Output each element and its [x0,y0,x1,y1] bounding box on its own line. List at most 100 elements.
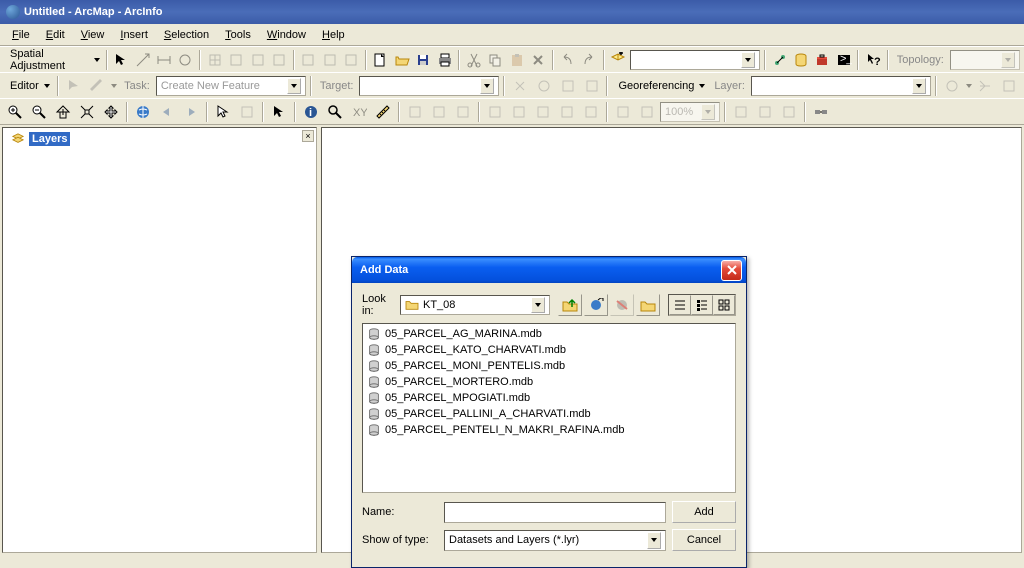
identify-button[interactable]: i [300,101,322,123]
scale-combo[interactable] [630,50,760,70]
file-item[interactable]: 05_PARCEL_MPOGIATI.mdb [365,390,733,406]
cut-button[interactable] [464,49,483,71]
file-item[interactable]: 05_PARCEL_PENTELI_N_MAKRI_RAFINA.mdb [365,422,733,438]
zoom-combo[interactable]: 100% [660,102,720,122]
paste-button[interactable] [507,49,526,71]
sketch-tool-button[interactable] [87,75,109,97]
tool-button[interactable] [556,101,578,123]
tool-button[interactable] [269,49,288,71]
disconnect-folder-button[interactable] [610,294,634,316]
add-button[interactable]: Add [672,501,736,523]
file-item[interactable]: 05_PARCEL_MONI_PENTELIS.mdb [365,358,733,374]
tool-button[interactable] [557,75,579,97]
menu-selection[interactable]: Selection [156,27,217,43]
georeferencing-dropdown[interactable]: Georeferencing [612,80,708,92]
tool-button[interactable] [176,49,195,71]
tool-button[interactable] [133,49,152,71]
topology-combo[interactable] [950,50,1020,70]
tool-button[interactable] [154,49,173,71]
spatial-adjustment-dropdown[interactable]: Spatial Adjustment [4,48,102,72]
find-button[interactable] [324,101,346,123]
undo-button[interactable] [558,49,577,71]
tool-button[interactable] [248,49,267,71]
menu-help[interactable]: Help [314,27,353,43]
dialog-titlebar[interactable]: Add Data [352,257,746,283]
show-of-type-combo[interactable]: Datasets and Layers (*.lyr) [444,530,666,551]
tool-button[interactable] [730,101,752,123]
menu-window[interactable]: Window [259,27,314,43]
toc-root-item[interactable]: Layers [3,128,316,150]
whats-this-button[interactable]: ? [863,49,882,71]
file-item[interactable]: 05_PARCEL_KATO_CHARVATI.mdb [365,342,733,358]
redo-button[interactable] [579,49,598,71]
tool-button[interactable] [227,49,246,71]
pan-button[interactable] [100,101,122,123]
tool-button[interactable] [636,101,658,123]
tool-button[interactable] [509,75,531,97]
tool-button[interactable] [975,75,997,97]
zoom-in-button[interactable] [4,101,26,123]
delete-button[interactable] [528,49,547,71]
tool-button[interactable] [404,101,426,123]
command-line-button[interactable]: >_ [834,49,853,71]
menu-insert[interactable]: Insert [112,27,156,43]
menu-edit[interactable]: Edit [38,27,73,43]
new-button[interactable] [371,49,390,71]
menu-tools[interactable]: Tools [217,27,259,43]
tool-button[interactable] [580,101,602,123]
arctoolbox-button[interactable] [813,49,832,71]
select-elements-button[interactable] [268,101,290,123]
layer-combo[interactable] [751,76,931,96]
select-features-button[interactable] [212,101,234,123]
edit-tool-button[interactable] [63,75,85,97]
next-extent-button[interactable] [180,101,202,123]
clear-selection-button[interactable] [236,101,258,123]
print-button[interactable] [435,49,454,71]
tool-button[interactable] [428,101,450,123]
arccatalog-button[interactable] [791,49,810,71]
fixed-zoom-in-button[interactable] [52,101,74,123]
details-view-button[interactable] [691,295,713,315]
list-view-button[interactable] [669,295,691,315]
new-folder-button[interactable] [636,294,660,316]
zoom-out-button[interactable] [28,101,50,123]
select-tool-button[interactable] [112,49,131,71]
copy-button[interactable] [486,49,505,71]
lookin-combo[interactable]: KT_08 [400,295,550,315]
tool-button[interactable] [941,75,963,97]
file-list[interactable]: 05_PARCEL_AG_MARINA.mdb05_PARCEL_KATO_CH… [362,323,736,493]
tool-button[interactable] [484,101,506,123]
tool-button[interactable] [205,49,224,71]
editor-toolbar-button[interactable] [770,49,789,71]
thumbnails-view-button[interactable] [713,295,735,315]
file-item[interactable]: 05_PARCEL_MORTERO.mdb [365,374,733,390]
fixed-zoom-out-button[interactable] [76,101,98,123]
connect-to-folder-button[interactable] [584,294,608,316]
tool-button[interactable] [320,49,339,71]
cancel-button[interactable]: Cancel [672,529,736,551]
open-button[interactable] [392,49,411,71]
file-item[interactable]: 05_PARCEL_PALLINI_A_CHARVATI.mdb [365,406,733,422]
tool-button[interactable] [452,101,474,123]
full-extent-button[interactable] [132,101,154,123]
tool-button[interactable] [299,49,318,71]
target-combo[interactable] [359,76,499,96]
task-combo[interactable]: Create New Feature [156,76,306,96]
menu-view[interactable]: View [73,27,113,43]
tool-button[interactable] [533,75,555,97]
tool-button[interactable] [778,101,800,123]
tool-button[interactable] [508,101,530,123]
model-builder-button[interactable] [810,101,832,123]
add-data-button[interactable] [609,49,628,71]
tool-button[interactable] [341,49,360,71]
save-button[interactable] [414,49,433,71]
dialog-close-button[interactable] [721,260,742,281]
menu-file[interactable]: File [4,27,38,43]
tool-button[interactable] [612,101,634,123]
tool-button[interactable] [754,101,776,123]
file-item[interactable]: 05_PARCEL_AG_MARINA.mdb [365,326,733,342]
tool-button[interactable] [998,75,1020,97]
prev-extent-button[interactable] [156,101,178,123]
go-to-xy-button[interactable]: XY [348,101,370,123]
up-one-level-button[interactable] [558,294,582,316]
